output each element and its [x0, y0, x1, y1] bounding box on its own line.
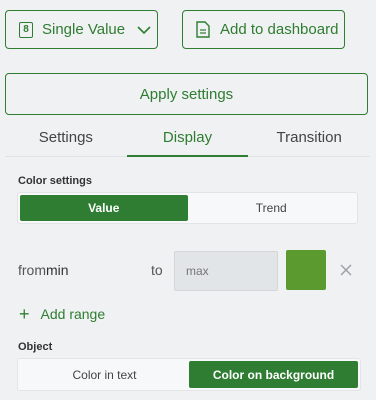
color-settings-heading: Color settings	[18, 175, 92, 187]
tab-settings[interactable]: Settings	[5, 119, 127, 156]
add-to-dashboard-button[interactable]: Add to dashboard	[182, 10, 345, 49]
range-to-label: to	[151, 262, 163, 278]
range-from: frommin	[18, 262, 69, 278]
range-from-value: min	[46, 262, 69, 278]
document-icon	[196, 21, 210, 38]
plus-icon: +	[19, 304, 30, 324]
settings-tabs: Settings Display Transition	[5, 119, 370, 157]
object-color-on-background-option[interactable]: Color on background	[189, 361, 358, 388]
chevron-down-icon	[137, 25, 151, 34]
tab-transition[interactable]: Transition	[248, 119, 370, 156]
range-color-swatch[interactable]	[286, 250, 326, 290]
tab-transition-label: Transition	[276, 129, 342, 146]
visualization-type-label: Single Value	[42, 21, 126, 38]
add-range-label: Add range	[40, 306, 106, 322]
add-range-button[interactable]: + Add range	[19, 305, 105, 323]
single-value-icon: 8	[19, 21, 33, 38]
range-max-input[interactable]	[174, 251, 278, 291]
close-icon[interactable]	[338, 262, 354, 278]
tab-display-label: Display	[162, 129, 213, 146]
apply-settings-label: Apply settings	[139, 85, 234, 103]
add-to-dashboard-label: Add to dashboard	[220, 21, 339, 38]
tab-display[interactable]: Display	[126, 119, 249, 157]
color-settings-trend-option[interactable]: Trend	[188, 195, 356, 221]
object-toggle: Color in text Color on background	[17, 358, 361, 391]
color-settings-value-option[interactable]: Value	[20, 195, 188, 221]
tab-settings-label: Settings	[38, 129, 93, 146]
color-settings-toggle: Value Trend	[17, 192, 358, 224]
object-color-in-text-option[interactable]: Color in text	[20, 361, 189, 388]
range-from-label: from	[18, 262, 46, 278]
visualization-type-dropdown[interactable]: 8 Single Value	[5, 10, 158, 49]
object-heading: Object	[18, 341, 53, 353]
apply-settings-button[interactable]: Apply settings	[5, 73, 368, 115]
